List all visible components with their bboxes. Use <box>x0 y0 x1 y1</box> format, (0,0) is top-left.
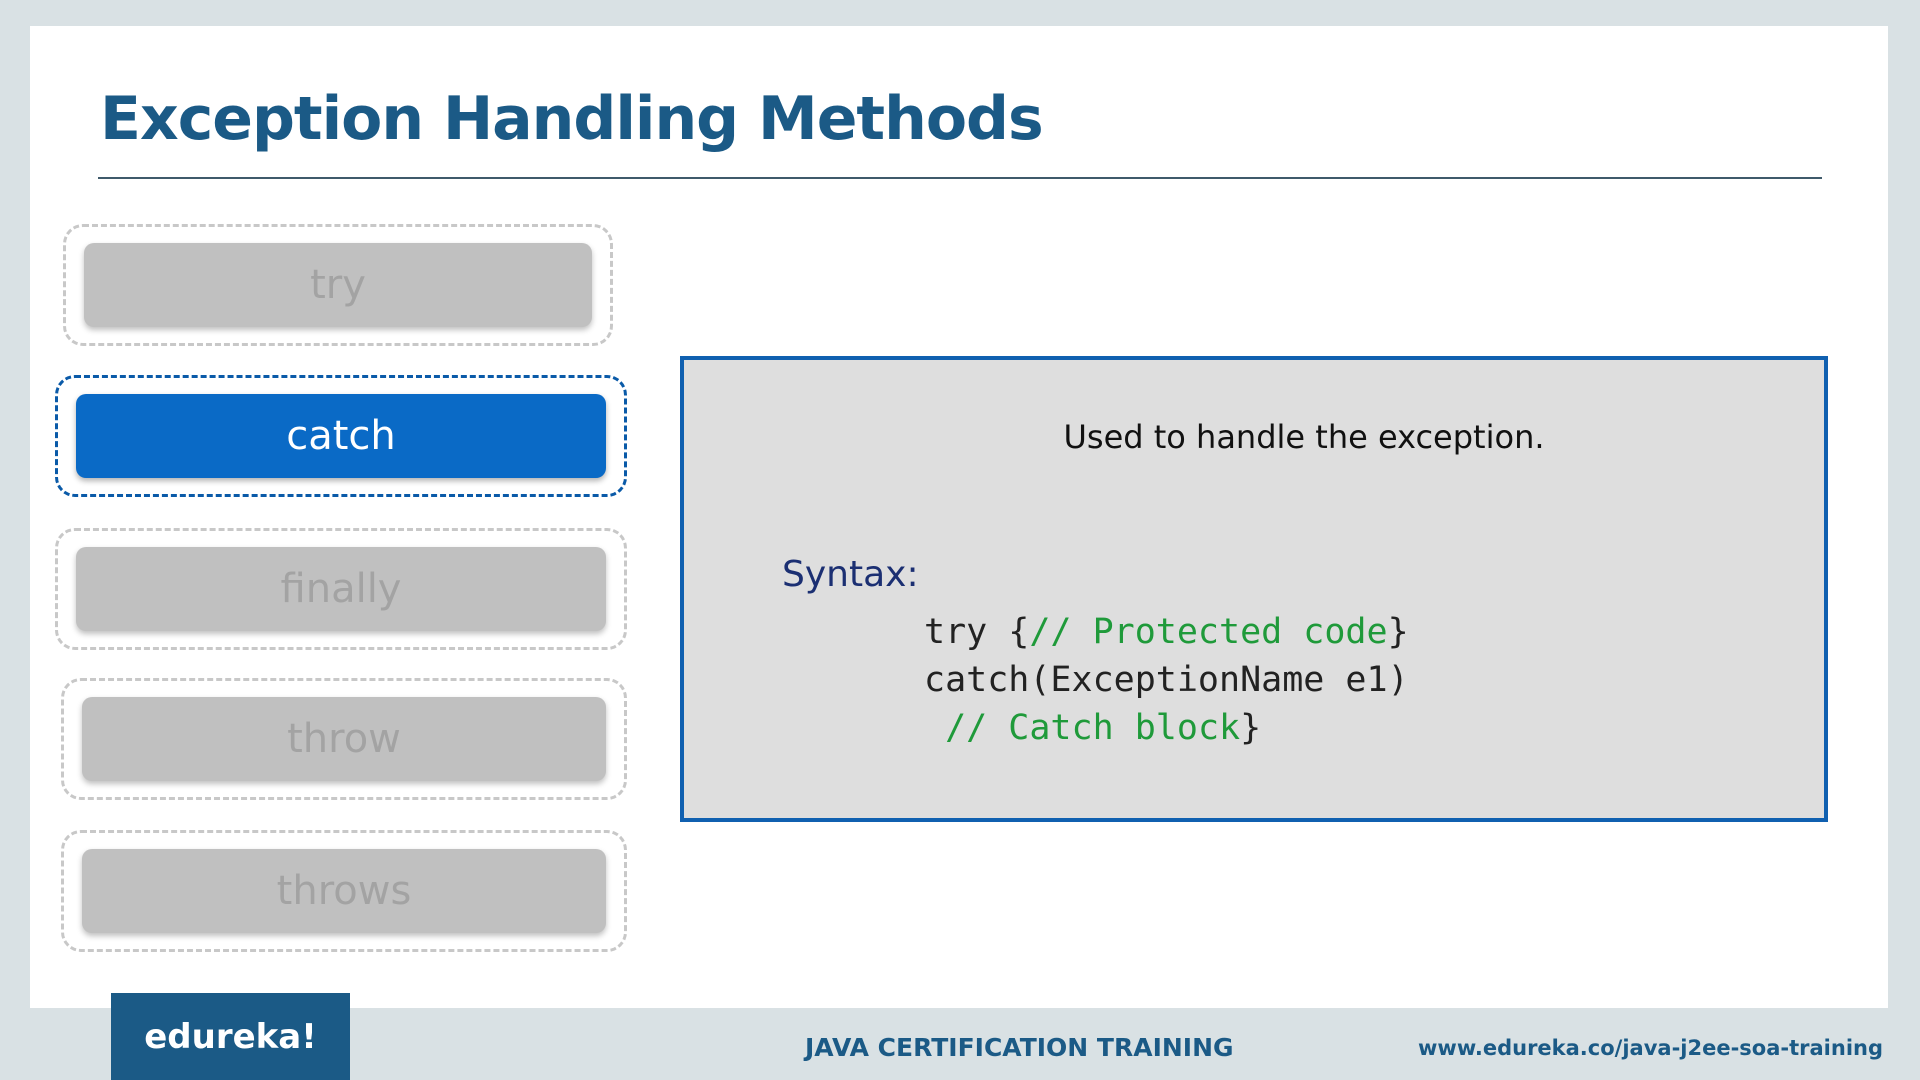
course-name: JAVA CERTIFICATION TRAINING <box>805 1033 1234 1062</box>
slide-title: Exception Handling Methods <box>100 84 1044 154</box>
code-snippet: try {// Protected code} catch(ExceptionNa… <box>924 608 1409 752</box>
method-try[interactable]: try <box>63 224 613 346</box>
code-line-1: try {// Protected code} <box>924 612 1409 652</box>
syntax-label: Syntax: <box>782 554 919 595</box>
title-divider <box>98 177 1822 179</box>
method-catch[interactable]: catch <box>55 375 627 497</box>
method-throw-label: throw <box>82 697 606 781</box>
code-line-2: catch(ExceptionName e1) <box>924 660 1409 700</box>
method-catch-label: catch <box>76 394 606 478</box>
description-panel: Used to handle the exception. Syntax: tr… <box>680 356 1828 822</box>
method-throws[interactable]: throws <box>61 830 627 952</box>
code-line-3: // Catch block} <box>945 708 1262 748</box>
method-throws-label: throws <box>82 849 606 933</box>
method-finally[interactable]: finally <box>55 528 627 650</box>
method-description: Used to handle the exception. <box>1063 418 1545 456</box>
method-finally-label: finally <box>76 547 606 631</box>
edureka-logo: edureka! <box>111 993 350 1080</box>
method-throw[interactable]: throw <box>61 678 627 800</box>
method-try-label: try <box>84 243 592 327</box>
code-comment: // Protected code <box>1029 612 1388 652</box>
slide-canvas: Exception Handling Methods try catch fin… <box>30 26 1888 1008</box>
code-comment: // Catch block <box>945 708 1241 748</box>
course-url[interactable]: www.edureka.co/java-j2ee-soa-training <box>1418 1036 1883 1060</box>
